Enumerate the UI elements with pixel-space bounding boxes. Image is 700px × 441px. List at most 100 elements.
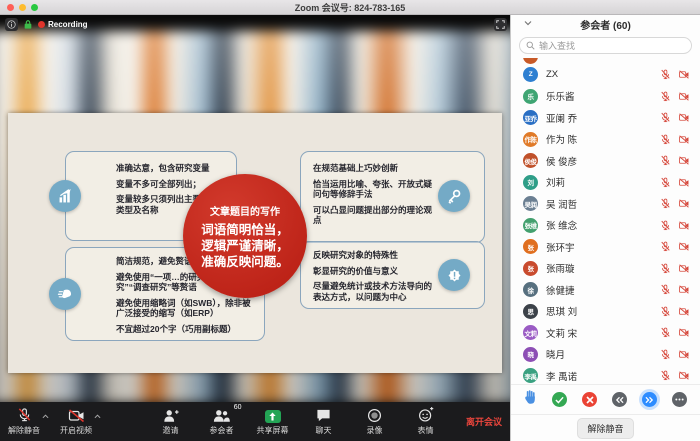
participant-row[interactable]: 乐 乐乐酱: [511, 86, 700, 108]
raise-hand-icon[interactable]: [524, 390, 537, 409]
participant-row[interactable]: 张 张环宇: [511, 236, 700, 258]
participant-name: 晓月: [546, 347, 660, 361]
meeting-toolbar: 解除静音 开启视频: [0, 402, 510, 441]
mic-options-chevron-icon[interactable]: [42, 414, 49, 419]
participant-name: 作为 陈: [546, 132, 660, 146]
video-off-icon: [678, 263, 690, 274]
participant-name: 侯 俊彦: [546, 154, 660, 168]
share-screen-icon: [265, 410, 281, 423]
participant-name: 亚阑 乔: [546, 111, 660, 125]
mic-muted-icon: [660, 91, 671, 102]
search-input[interactable]: [539, 41, 685, 51]
mic-muted-icon: [660, 284, 671, 295]
participant-list[interactable]: Z ZX 乐 乐乐酱 亚乔 亚阑 乔 作陈 作为 陈: [511, 58, 700, 384]
slide-text: 避免使用缩略词（如SWB），除非被广泛接受的缩写（如ERP）: [116, 298, 256, 319]
mic-muted-icon: [660, 69, 671, 80]
video-options-chevron-icon[interactable]: [94, 414, 101, 419]
invite-person-icon: [163, 407, 179, 423]
participants-icon: [213, 407, 230, 423]
invite-label: 邀请: [163, 425, 179, 436]
encryption-lock-icon: [23, 19, 33, 30]
avatar: 文莉: [523, 325, 538, 340]
mic-muted-icon: [660, 112, 671, 123]
avatar: 徐: [523, 282, 538, 297]
mic-muted-icon: [17, 407, 32, 423]
yes-icon[interactable]: [552, 392, 567, 407]
camera-off-icon: [68, 407, 85, 423]
participant-name: 思琪 刘: [546, 304, 660, 318]
meeting-info-icon[interactable]: [5, 18, 18, 31]
participant-row[interactable]: 徐 徐健捷: [511, 279, 700, 301]
participant-row[interactable]: 吴润 吴 润哲: [511, 193, 700, 215]
participant-name: 吴 润哲: [546, 197, 660, 211]
participant-name: 张 维念: [546, 218, 660, 232]
slide-text: 恰当运用比喻、夸张、开放式疑问句等修辞手法: [313, 179, 438, 200]
participant-row[interactable]: 李禹 李 禹诺: [511, 365, 700, 384]
participant-name: ZX: [546, 69, 660, 80]
participant-name: 乐乐酱: [546, 89, 660, 103]
video-area: Recording 准确达意，包含研究变量 变量不多可全部列出； 变量较多只须列…: [0, 15, 510, 441]
participants-label: 参会者: [210, 425, 234, 436]
participant-row[interactable]: 张 张雨璇: [511, 258, 700, 280]
video-off-icon: [678, 220, 690, 231]
participants-button[interactable]: 60 参会者: [204, 407, 240, 436]
participant-row[interactable]: 侯俊 侯 俊彦: [511, 150, 700, 172]
participant-row[interactable]: 思 思琪 刘: [511, 301, 700, 323]
video-off-icon: [678, 112, 690, 123]
mic-muted-icon: [660, 220, 671, 231]
avatar: 张: [523, 261, 538, 276]
slide-center-circle: 文章题目的写作 词语简明恰当， 逻辑严谨清晰， 准确反映问题。: [183, 174, 307, 298]
avatar: Z: [523, 67, 538, 82]
participants-count-badge: 60: [234, 404, 242, 411]
slide-center-line: 逻辑严谨清晰，: [183, 238, 307, 254]
record-button[interactable]: 录像: [357, 407, 393, 436]
slide-text: 不宜超过20个字（巧用副标题）: [116, 324, 256, 335]
avatar: 亚乔: [523, 110, 538, 125]
participant-name: 张环宇: [546, 240, 660, 254]
participant-row[interactable]: 作陈 作为 陈: [511, 129, 700, 151]
slide-text: 准确达意，包含研究变量: [116, 163, 228, 174]
unmute-all-button[interactable]: 解除静音: [577, 418, 633, 439]
unmute-label: 解除静音: [8, 425, 40, 436]
mic-muted-icon: [660, 198, 671, 209]
more-options-icon[interactable]: [672, 392, 687, 407]
reactions-button[interactable]: 表情: [408, 407, 444, 436]
fullscreen-icon[interactable]: [494, 18, 507, 31]
participant-search-box[interactable]: [519, 37, 692, 54]
avatar: 思: [523, 304, 538, 319]
leave-meeting-button[interactable]: 离开会议: [466, 402, 502, 441]
go-faster-icon[interactable]: [642, 392, 657, 407]
slide-center-line: 准确反映问题。: [183, 254, 307, 270]
slide-text: 尽量避免统计或技术方法导向的表达方式，以问题为中心: [313, 281, 438, 302]
share-screen-button[interactable]: 共享屏幕: [255, 407, 291, 436]
video-off-icon: [678, 284, 690, 295]
record-label: 录像: [367, 425, 383, 436]
avatar: 李禹: [523, 368, 538, 383]
participant-row[interactable]: 亚乔 亚阑 乔: [511, 107, 700, 129]
badge-exclamation-icon: [438, 259, 470, 291]
recording-label: Recording: [48, 20, 88, 29]
chat-button[interactable]: 聊天: [306, 407, 342, 436]
mic-muted-icon: [660, 155, 671, 166]
reactions-smiley-icon: [418, 407, 434, 423]
avatar: 张维: [523, 218, 538, 233]
participant-row[interactable]: Z ZX: [511, 64, 700, 86]
unmute-button[interactable]: 解除静音: [6, 407, 42, 436]
search-icon: [526, 41, 535, 50]
mic-muted-icon: [660, 306, 671, 317]
avatar: 乐: [523, 89, 538, 104]
go-slower-icon[interactable]: [612, 392, 627, 407]
chat-bubble-icon: [316, 407, 331, 423]
record-icon: [367, 407, 382, 423]
invite-button[interactable]: 邀请: [153, 407, 189, 436]
participant-row[interactable]: 张维 张 维念: [511, 215, 700, 237]
no-icon[interactable]: [582, 392, 597, 407]
participant-row[interactable]: 晓 晓月: [511, 344, 700, 366]
zoom-window: Zoom 会议号: 824-783-165 Recording: [0, 0, 700, 441]
start-video-button[interactable]: 开启视频: [58, 407, 94, 436]
participant-row[interactable]: 文莉 文莉 宋: [511, 322, 700, 344]
participant-name: 文莉 宋: [546, 326, 660, 340]
video-off-icon: [678, 349, 690, 360]
participant-row[interactable]: 刘 刘莉: [511, 172, 700, 194]
panel-collapse-chevron-icon[interactable]: [524, 20, 532, 26]
